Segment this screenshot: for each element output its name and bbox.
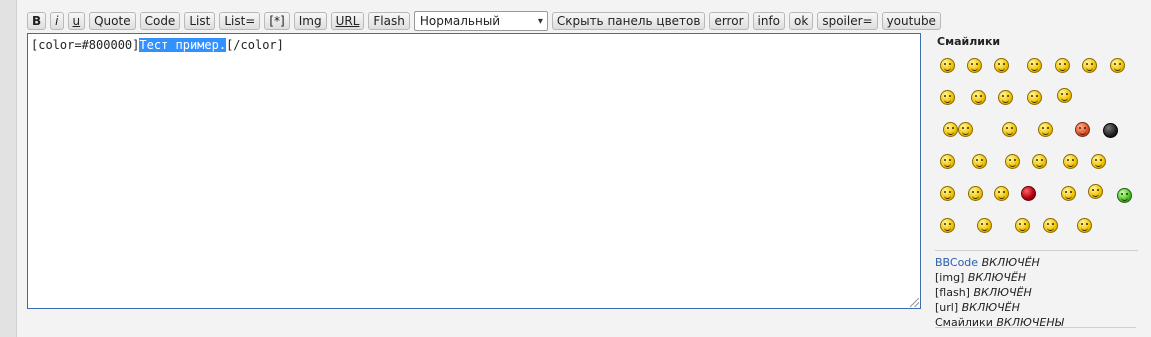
options-status: BBCode ВКЛЮЧЁН [img] ВКЛЮЧЁН [flash] ВКЛ…: [935, 255, 1138, 330]
smiley-icon[interactable]: [994, 186, 1009, 201]
smiley-icon[interactable]: [968, 186, 983, 201]
bbcode-toolbar: B i u Quote Code List List= [*] Img URL …: [27, 10, 941, 32]
smiley-icon[interactable]: [1077, 218, 1092, 233]
resize-grip-icon[interactable]: [910, 298, 919, 307]
italic-button[interactable]: i: [50, 12, 64, 30]
smiley-icon[interactable]: [940, 154, 955, 169]
smiley-icon[interactable]: [1082, 58, 1097, 73]
smiley-icon[interactable]: [1015, 218, 1030, 233]
smiley-icon[interactable]: [1032, 154, 1047, 169]
img-label: [img]: [935, 271, 965, 284]
smilies-row: [935, 118, 1138, 150]
smiley-icon[interactable]: [958, 122, 973, 137]
font-size-select[interactable]: Нормальный ▾: [413, 11, 548, 31]
list-item-button[interactable]: [*]: [264, 12, 290, 30]
flash-button[interactable]: Flash: [368, 12, 410, 30]
chevron-down-icon: ▾: [537, 15, 543, 27]
smiley-icon[interactable]: [1027, 90, 1042, 105]
img-button[interactable]: Img: [293, 12, 327, 30]
bold-button[interactable]: B: [27, 12, 47, 30]
spoiler-button[interactable]: spoiler=: [817, 12, 878, 30]
left-margin-bar: [0, 0, 17, 337]
font-size-select-value: Нормальный: [419, 14, 501, 28]
editor-text-after: [/color]: [226, 38, 284, 52]
info-button[interactable]: info: [752, 12, 786, 30]
url-button[interactable]: URL: [330, 12, 365, 30]
url-label: [url]: [935, 301, 959, 314]
smiley-icon[interactable]: [1061, 186, 1076, 201]
message-textarea[interactable]: [color=#800000]Тест пример.[/color]: [27, 33, 921, 309]
hide-color-panel-button[interactable]: Скрыть панель цветов: [551, 12, 706, 30]
smiley-icon[interactable]: [967, 58, 982, 73]
smilies-row: [935, 54, 1138, 86]
smiley-icon[interactable]: [972, 154, 987, 169]
flash-state: ВКЛЮЧЁН: [973, 286, 1032, 299]
quote-button[interactable]: Quote: [89, 12, 136, 30]
smiley-icon[interactable]: [940, 218, 955, 233]
smiley-icon[interactable]: [1005, 154, 1020, 169]
ok-button[interactable]: ok: [789, 12, 814, 30]
editor-selected-text: Тест пример.: [139, 38, 227, 52]
error-button[interactable]: error: [709, 12, 749, 30]
smiley-icon[interactable]: [971, 90, 986, 105]
rose-icon[interactable]: [1021, 186, 1036, 201]
smilies-row: [935, 150, 1138, 182]
smiley-icon[interactable]: [1063, 154, 1078, 169]
smiley-icon[interactable]: [977, 218, 992, 233]
smilies-row: [935, 86, 1138, 118]
sidebar-divider: [935, 250, 1138, 251]
sidebar-bottom-divider: [935, 327, 1136, 328]
bbcode-link[interactable]: BBCode: [935, 256, 978, 269]
smiley-icon[interactable]: [1055, 58, 1070, 73]
smilies-title: Смайлики: [937, 35, 1001, 48]
youtube-button[interactable]: youtube: [881, 12, 941, 30]
smilies-sidebar: Смайлики BBCode ВКЛЮЧЁН [img] ВКЛЮЧЁН [f…: [935, 33, 1138, 333]
smiley-icon[interactable]: [943, 122, 958, 137]
smiley-icon[interactable]: [1057, 88, 1072, 103]
smiley-icon[interactable]: [1002, 122, 1017, 137]
underline-button[interactable]: u: [67, 12, 86, 30]
smiley-icon[interactable]: [998, 90, 1013, 105]
smiley-icon[interactable]: [940, 90, 955, 105]
smiley-icon[interactable]: [994, 58, 1009, 73]
smiley-icon[interactable]: [1027, 58, 1042, 73]
url-state: ВКЛЮЧЁН: [961, 301, 1020, 314]
img-state: ВКЛЮЧЁН: [967, 271, 1027, 284]
flash-label: [flash]: [935, 286, 970, 299]
angry-smiley-icon[interactable]: [1075, 122, 1090, 137]
smiley-icon[interactable]: [940, 58, 955, 73]
bomb-icon[interactable]: [1103, 123, 1118, 138]
list-button[interactable]: List: [184, 12, 216, 30]
smiley-icon[interactable]: [1088, 184, 1103, 199]
bbcode-state: ВКЛЮЧЁН: [981, 256, 1040, 269]
smiley-icon[interactable]: [1038, 122, 1053, 137]
ordered-list-button[interactable]: List=: [219, 12, 261, 30]
smiley-icon[interactable]: [1110, 58, 1125, 73]
smiley-icon[interactable]: [940, 186, 955, 201]
smilies-row: [935, 182, 1138, 214]
green-smiley-icon[interactable]: [1117, 188, 1132, 203]
code-button[interactable]: Code: [139, 12, 181, 30]
smiley-icon[interactable]: [1043, 218, 1058, 233]
smiley-icon[interactable]: [1091, 154, 1106, 169]
editor-text-before: [color=#800000]: [31, 38, 140, 52]
smilies-row: [935, 214, 1138, 246]
